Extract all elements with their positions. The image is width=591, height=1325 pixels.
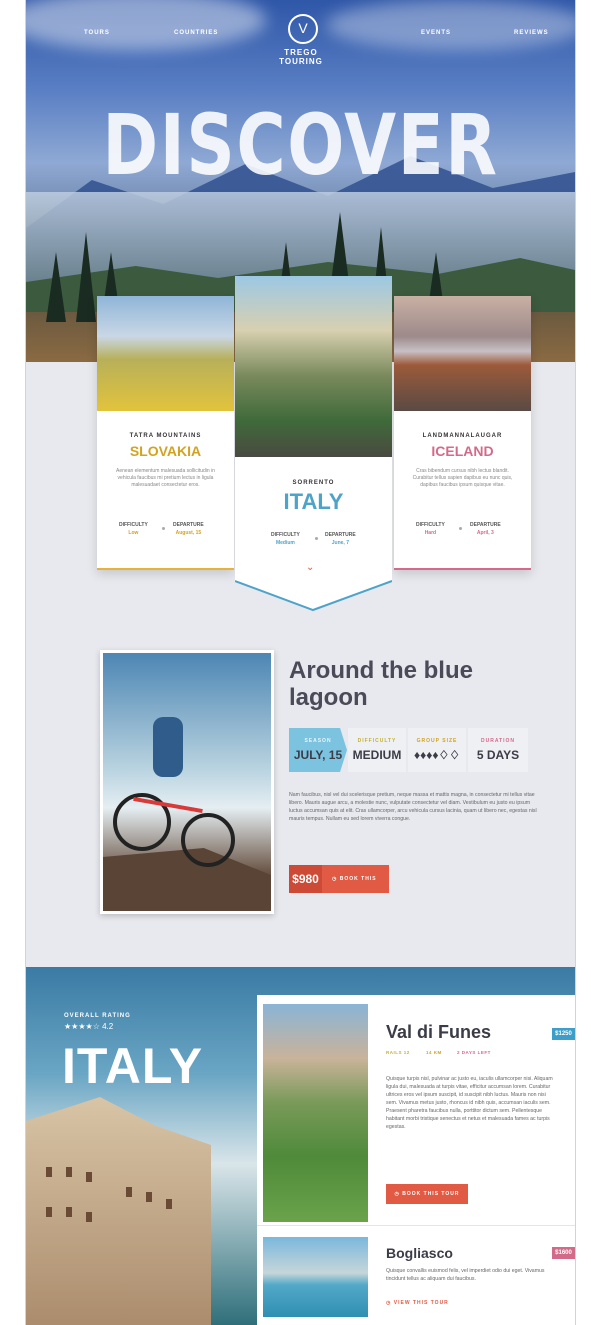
stat-season: SEASON JULY, 15 — [289, 728, 347, 772]
card-subtitle: TATRA MOUNTAINS — [129, 433, 202, 439]
stat-group-size: GROUP SIZE ♦♦♦♦♢♢ — [408, 728, 466, 772]
val-di-funes-image — [263, 1004, 368, 1222]
book-this-button[interactable]: $980 ◷ BOOK THIS — [289, 865, 389, 893]
card-subtitle: LANDMANNALAUGAR — [422, 433, 503, 439]
card-title: ITALY — [283, 489, 344, 514]
destination-card-slovakia[interactable]: TATRA MOUNTAINS SLOVAKIA Aenean elementu… — [97, 296, 234, 570]
destination-card-iceland[interactable]: LANDMANNALAUGAR ICELAND Cras bibendum cu… — [394, 296, 531, 570]
tour-title: Around the blue lagoon — [289, 657, 473, 711]
nav-reviews[interactable]: REVIEWS — [514, 30, 549, 36]
clock-icon: ◷ — [332, 876, 338, 882]
price-badge: $1600 — [552, 1247, 575, 1259]
tour-tag: RAILS 12 — [386, 1050, 410, 1055]
chevron-down-icon[interactable]: ⌄ — [306, 562, 314, 573]
cloud-decoration — [26, 0, 266, 50]
card-subtitle: SORRENTO — [292, 480, 335, 486]
bogliasco-image — [263, 1237, 368, 1317]
tour-description: Nam faucibus, nisl vel dui scelerisque p… — [289, 792, 537, 822]
brand-name[interactable]: TREGO TOURING — [266, 48, 336, 66]
building-image — [26, 1097, 211, 1325]
tree-decoration — [76, 232, 96, 322]
italy-image — [235, 276, 392, 457]
card-difficulty: DIFFICULTY Hard — [416, 522, 445, 536]
rating-display: ★★★★☆ 4.2 — [64, 1022, 114, 1031]
card-title: ICELAND — [431, 443, 494, 459]
cloud-decoration — [326, 0, 575, 50]
destination-card-italy[interactable]: SORRENTO ITALY DIFFICULTY Medium DEPARTUR… — [235, 276, 392, 610]
card-description: Aenean elementum malesuada sollicitudin … — [116, 468, 215, 488]
star-icon: ★★★★☆ — [64, 1022, 100, 1031]
separator-dot — [162, 527, 165, 530]
book-tour-button[interactable]: ◷ BOOK THIS TOUR — [386, 1184, 468, 1204]
separator-dot — [459, 527, 462, 530]
tour-description: Quisque turpis nisl, pulvinar ac justo e… — [386, 1076, 553, 1130]
card-description: Cras bibendum cursus nibh lectus blandit… — [412, 468, 513, 488]
view-tour-link[interactable]: ◷ VIEW THIS TOUR — [386, 1300, 449, 1306]
tours-panel: Val di Funes $1250 RAILS 12 14 KM 2 DAYS… — [257, 995, 575, 1325]
people-icon: ♦♦♦♦♢♢ — [413, 748, 460, 762]
divider — [257, 1225, 575, 1226]
hero-headline: DISCOVER — [102, 96, 499, 194]
price-badge: $1250 — [552, 1028, 575, 1040]
clock-icon: ◷ — [394, 1191, 400, 1197]
tour-name[interactable]: Val di Funes — [386, 1022, 491, 1043]
iceland-image — [394, 296, 531, 411]
tour-name[interactable]: Bogliasco — [386, 1245, 453, 1261]
nav-countries[interactable]: COUNTRIES — [174, 30, 218, 36]
stat-duration: DURATION 5 DAYS — [468, 728, 528, 772]
cyclist-image — [100, 650, 274, 914]
tour-description: Quisque convallis euismod felis, vel imp… — [386, 1268, 545, 1282]
page: TOURS COUNTRIES V TREGO TOURING EVENTS R… — [25, 0, 576, 1325]
tree-decoration — [46, 252, 66, 322]
logo-icon[interactable]: V — [288, 14, 318, 44]
tour-tag: 14 KM — [426, 1050, 442, 1055]
card-departure: DEPARTURE August, 15 — [173, 522, 204, 536]
card-difficulty: DIFFICULTY Low — [119, 522, 148, 536]
stat-difficulty: DIFFICULTY MEDIUM — [348, 728, 406, 772]
card-departure: DEPARTURE June, 7 — [325, 532, 356, 546]
clock-icon: ◷ — [386, 1300, 392, 1306]
tour-tag: 2 DAYS LEFT — [457, 1050, 491, 1055]
separator-dot — [315, 537, 318, 540]
price-label: $980 — [289, 865, 322, 893]
rating-label: OVERALL RATING — [64, 1013, 131, 1019]
card-departure: DEPARTURE April, 3 — [470, 522, 501, 536]
country-title: ITALY — [62, 1038, 204, 1094]
card-difficulty: DIFFICULTY Medium — [271, 532, 300, 546]
card-title: SLOVAKIA — [129, 443, 202, 459]
slovakia-image — [97, 296, 234, 411]
nav-tours[interactable]: TOURS — [84, 30, 110, 36]
nav-events[interactable]: EVENTS — [421, 30, 451, 36]
card-bottom-edge — [235, 580, 392, 612]
